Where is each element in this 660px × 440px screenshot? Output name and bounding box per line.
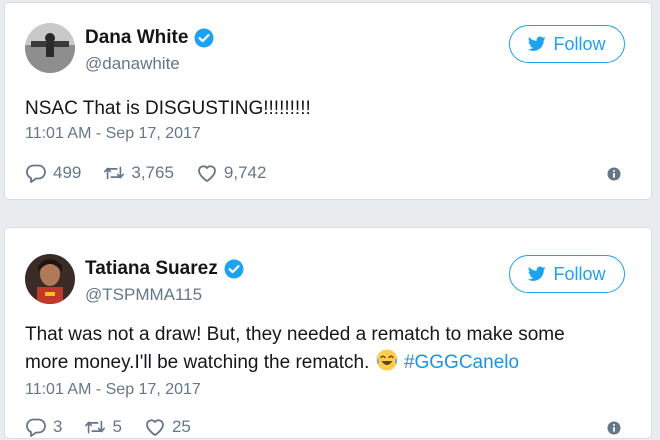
tweet-text-line: more money.I'll be watching the rematch. — [25, 352, 375, 373]
twitter-bird-icon — [528, 266, 547, 281]
name-row: Dana White — [85, 27, 214, 49]
verified-badge-icon — [224, 259, 244, 279]
like-count: 25 — [171, 417, 191, 436]
follow-button[interactable]: Follow — [509, 25, 625, 63]
reply-icon — [26, 418, 46, 437]
heart-icon — [146, 419, 164, 436]
tweet-timestamp[interactable]: 11:01 AM - Sep 17, 2017 — [25, 381, 201, 399]
retweet-icon — [104, 166, 125, 180]
reply-icon — [26, 164, 46, 183]
retweet-count: 3,765 — [131, 163, 174, 182]
avatar[interactable] — [25, 23, 75, 73]
reply-count: 499 — [53, 163, 82, 182]
user-handle[interactable]: @danawhite — [85, 54, 180, 74]
follow-label: Follow — [553, 263, 606, 284]
twitter-bird-icon — [528, 36, 547, 51]
tweet-text: NSAC That is DISGUSTING!!!!!!!!! — [25, 98, 311, 119]
display-name[interactable]: Tatiana Suarez — [85, 258, 218, 280]
action-bar: 3 5 25 — [25, 417, 213, 437]
reply-button[interactable]: 3 — [25, 417, 62, 437]
tweet-card: Tatiana Suarez @TSPMMA115 Follow That wa… — [4, 227, 652, 439]
action-bar: 499 3,765 9,742 — [25, 163, 288, 183]
like-button[interactable]: 9,742 — [196, 163, 267, 183]
tweet-text: That was not a draw! But, they needed a … — [25, 321, 631, 376]
follow-button[interactable]: Follow — [509, 255, 625, 293]
tweet-text-line: That was not a draw! But, they needed a … — [25, 324, 565, 345]
retweet-count: 5 — [112, 417, 122, 436]
hashtag-link[interactable]: #GGGCanelo — [404, 352, 519, 373]
reply-button[interactable]: 499 — [25, 163, 81, 183]
heart-icon — [198, 165, 216, 182]
user-handle[interactable]: @TSPMMA115 — [85, 285, 202, 305]
verified-badge-icon — [194, 28, 214, 48]
reply-count: 3 — [53, 417, 63, 436]
avatar[interactable] — [25, 254, 75, 304]
tweet-card: Dana White @danawhite Follow NSAC That i… — [4, 2, 652, 200]
tears-of-joy-emoji — [376, 349, 398, 371]
info-icon[interactable] — [607, 421, 621, 435]
follow-label: Follow — [553, 33, 606, 54]
info-icon[interactable] — [607, 167, 621, 181]
tweet-timestamp[interactable]: 11:01 AM - Sep 17, 2017 — [25, 125, 201, 143]
like-button[interactable]: 25 — [144, 417, 191, 437]
display-name[interactable]: Dana White — [85, 27, 188, 49]
name-row: Tatiana Suarez — [85, 258, 244, 280]
retweet-button[interactable]: 5 — [84, 417, 122, 437]
retweet-icon — [85, 420, 106, 434]
like-count: 9,742 — [223, 163, 267, 182]
retweet-button[interactable]: 3,765 — [103, 163, 174, 183]
